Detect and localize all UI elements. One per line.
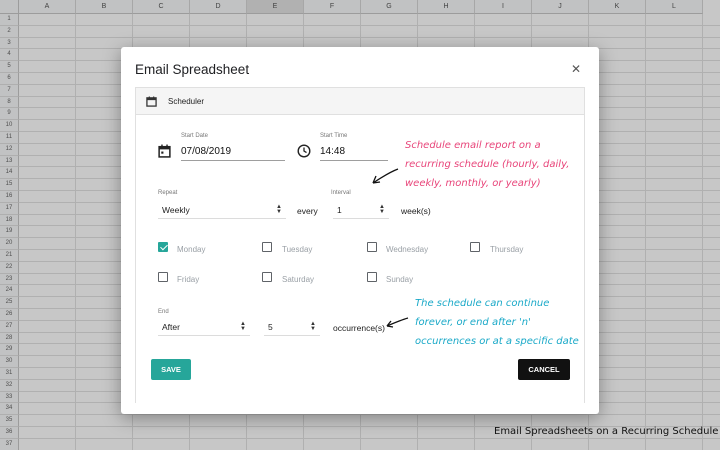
sunday-label: Sunday — [386, 275, 414, 284]
select-arrows-icon: ▲ ▼ — [276, 204, 282, 215]
schedule-annotation: Schedule email report on a recurring sch… — [405, 140, 570, 189]
every-text: every — [297, 206, 318, 216]
start-time-label: Start Time — [320, 133, 348, 139]
sunday-checkbox[interactable] — [367, 272, 377, 282]
start-date-label: Start Date — [181, 133, 209, 139]
select-arrows-icon: ▲ ▼ — [379, 204, 385, 215]
saturday-checkbox[interactable] — [262, 272, 272, 282]
annotation-arrow-icon — [386, 317, 409, 328]
monday-label: Monday — [177, 245, 206, 254]
calendar-icon — [146, 96, 157, 107]
end-annotation: The schedule can continue forever, or en… — [415, 298, 579, 347]
caption: Email Spreadsheets on a Recurring Schedu… — [494, 426, 719, 437]
thursday-checkbox[interactable] — [470, 242, 480, 252]
end-label: End — [158, 309, 169, 315]
repeat-label: Repeat — [158, 190, 178, 196]
friday-label: Friday — [177, 275, 200, 284]
save-button[interactable]: SAVE — [151, 359, 191, 380]
interval-select[interactable]: 1 ▲ ▼ — [333, 202, 389, 219]
wednesday-checkbox[interactable] — [367, 242, 377, 252]
occurrences-value: 5 — [268, 322, 273, 332]
cancel-button[interactable]: CANCEL — [518, 359, 570, 380]
calendar-icon[interactable] — [158, 144, 171, 158]
clock-icon[interactable] — [297, 144, 311, 158]
interval-unit: week(s) — [401, 206, 431, 216]
interval-value: 1 — [337, 205, 342, 215]
occurrences-select[interactable]: 5 ▲ ▼ — [264, 319, 320, 336]
tuesday-checkbox[interactable] — [262, 242, 272, 252]
start-time-field[interactable]: 14:48 — [320, 145, 388, 161]
close-icon[interactable]: ✕ — [569, 62, 583, 76]
scheduler-header[interactable]: Scheduler — [136, 88, 584, 115]
repeat-select[interactable]: Weekly ▲ ▼ — [158, 202, 286, 219]
interval-label: Interval — [331, 190, 351, 196]
scheduler-title: Scheduler — [168, 97, 205, 106]
end-value: After — [162, 322, 180, 332]
start-date-field[interactable]: 07/08/2019 — [181, 145, 285, 161]
friday-checkbox[interactable] — [158, 272, 168, 282]
occurrences-text: occurrence(s) — [333, 323, 385, 333]
end-select[interactable]: After ▲ ▼ — [158, 319, 250, 336]
select-arrows-icon: ▲ ▼ — [310, 321, 316, 332]
saturday-label: Saturday — [282, 275, 315, 284]
repeat-value: Weekly — [162, 205, 190, 215]
monday-checkbox[interactable] — [158, 242, 168, 252]
tuesday-label: Tuesday — [282, 245, 313, 254]
select-arrows-icon: ▲ ▼ — [240, 321, 246, 332]
wednesday-label: Wednesday — [386, 245, 429, 254]
thursday-label: Thursday — [490, 245, 524, 254]
annotation-arrow-icon — [372, 168, 399, 184]
dialog-title: Email Spreadsheet — [135, 62, 250, 77]
